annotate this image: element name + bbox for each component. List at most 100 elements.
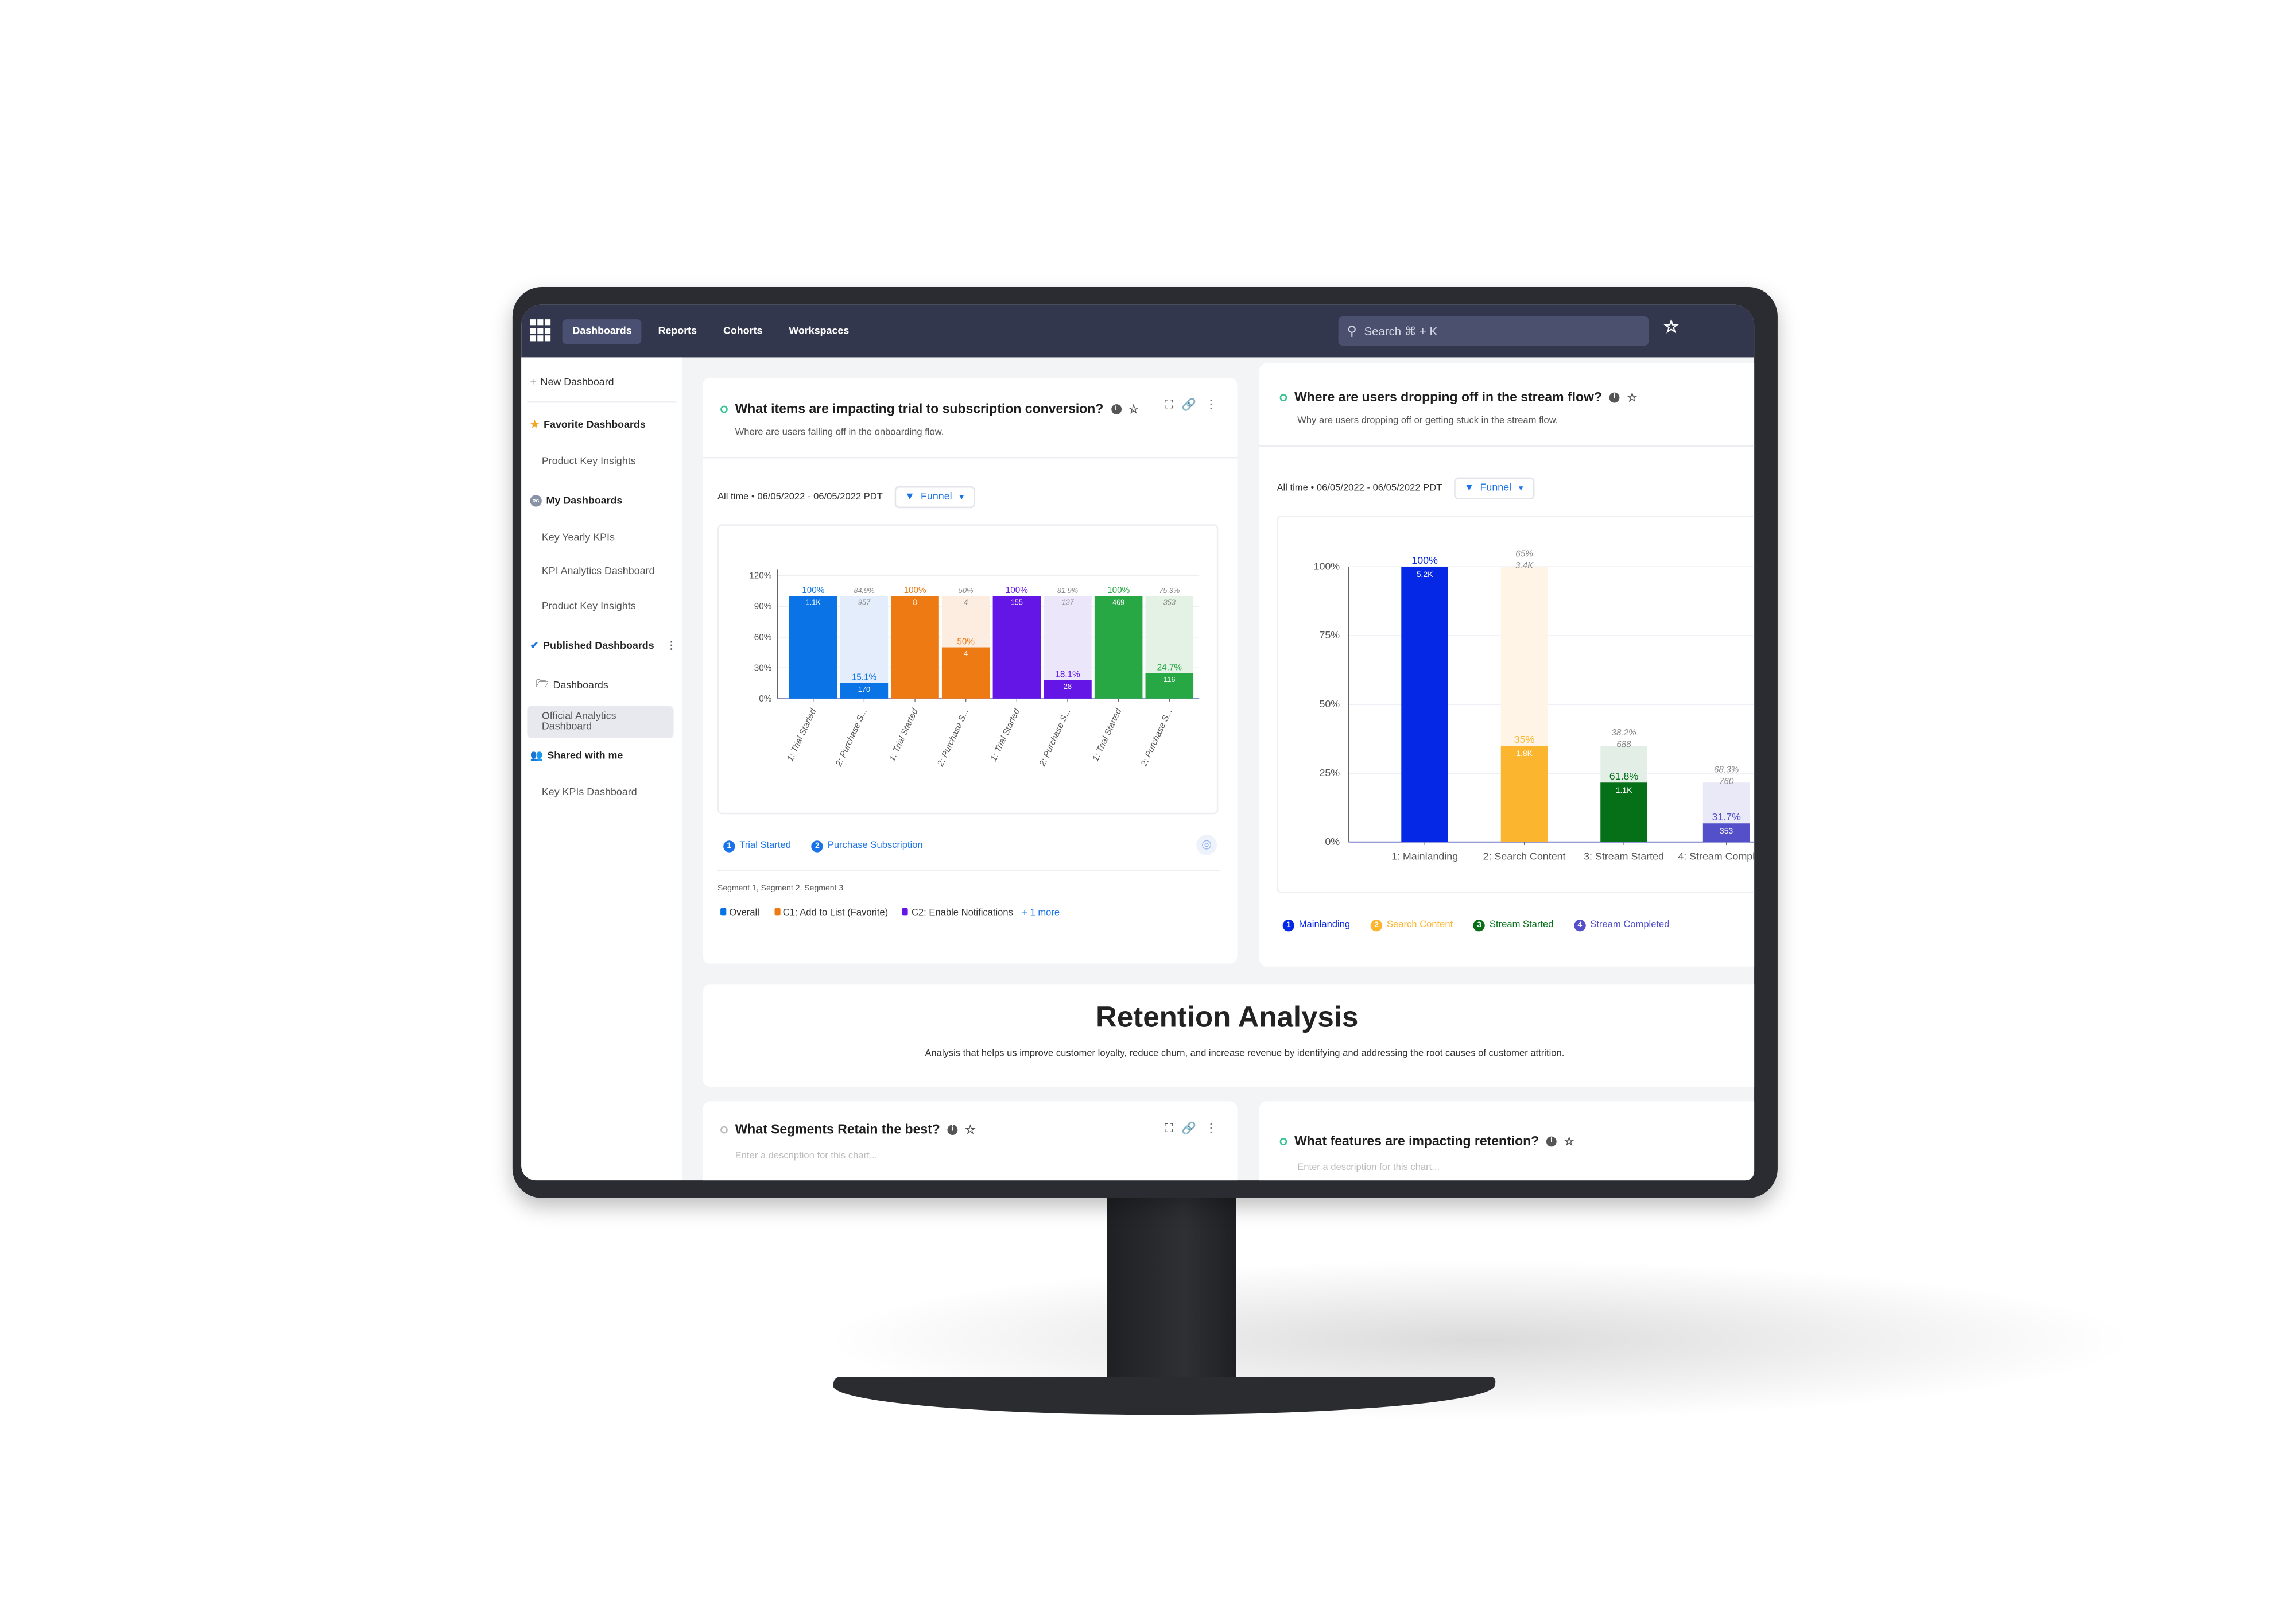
bar-count-label: 5.2K [1417, 569, 1433, 579]
more-vertical-icon[interactable]: ⋮ [1205, 1122, 1216, 1137]
step-number-icon: 1 [1282, 920, 1295, 932]
y-tick-label: 50% [1319, 698, 1340, 710]
step-legend-3[interactable]: 3 Stream Started [1473, 920, 1553, 932]
sidebar-folder-dashboards[interactable]: 🗁 Dashboards [536, 678, 608, 694]
favorites-star-icon[interactable]: ☆ [1663, 316, 1679, 337]
conversion-pct-label: 31.7% [1712, 811, 1741, 823]
sidebar-item-key-kpis[interactable]: Key KPIs Dashboard [542, 788, 637, 798]
dropoff-count-label: 957 [858, 598, 871, 607]
bar-count-label: 155 [1011, 598, 1023, 607]
step-legend-4[interactable]: 4 Stream Completed [1574, 920, 1670, 932]
segment-legend-c1[interactable]: C1: Add to List (Favorite) [774, 908, 888, 918]
chart-card-segments-retain: What Segments Retain the best? i ☆ ⛶ 🔗 ⋮… [703, 1101, 1238, 1181]
more-vertical-icon[interactable]: ⋮ [1205, 398, 1216, 413]
sidebar-item-official-analytics[interactable]: Official Analytics Dashboard [527, 706, 674, 738]
folder-icon: 🗁 [536, 679, 549, 690]
description-input[interactable]: Enter a description for this chart... [1297, 1163, 1440, 1173]
sidebar-favorite-header[interactable]: ★ Favorite Dashboards [530, 419, 645, 431]
bar-count-label: 1.1K [806, 598, 821, 607]
legend-swatch [774, 908, 780, 916]
dropoff-bar [1044, 596, 1092, 680]
bar-count-label: 469 [1112, 598, 1124, 607]
legend-swatch [902, 908, 909, 916]
conversion-pct-label: 35% [1514, 734, 1535, 745]
conversion-pct-label: 18.1% [1055, 669, 1080, 679]
card-title[interactable]: What Segments Retain the best? [735, 1122, 940, 1137]
sidebar-item-product-key-insights[interactable]: Product Key Insights [542, 457, 636, 467]
nav-cohorts[interactable]: Cohorts [713, 319, 773, 343]
card-title-row: What features are impacting retention? i… [1279, 1133, 1574, 1148]
step-legend-2[interactable]: 2 Purchase Subscription [811, 840, 923, 853]
star-icon[interactable]: ☆ [1128, 402, 1139, 415]
view-type-dropdown[interactable]: ▼ Funnel ▼ [894, 486, 976, 509]
card-title[interactable]: What features are impacting retention? [1294, 1133, 1539, 1148]
card-title[interactable]: What items are impacting trial to subscr… [735, 401, 1104, 416]
section-title: Retention Analysis [1096, 1001, 1359, 1034]
sidebar-item-product-key-insights-2[interactable]: Product Key Insights [542, 602, 636, 612]
star-icon: ★ [530, 420, 540, 431]
app-grid-logo-icon[interactable] [530, 319, 551, 343]
y-tick-label: 120% [749, 571, 772, 581]
sidebar-item-key-yearly-kpis[interactable]: Key Yearly KPIs [542, 533, 615, 544]
step-label: Mainlanding [1298, 920, 1351, 930]
card-description: Where are users falling off in the onboa… [735, 427, 944, 438]
x-tick-label: 4: Stream Completed [1678, 850, 1754, 862]
dropoff-count-label: 688 [1616, 740, 1631, 750]
funnel-chart-1: 0% 30% 60% 90% 120% 100% 1.1K 1: Trial Started 8… [749, 569, 1200, 768]
step-legend-1[interactable]: 1 Mainlanding [1282, 920, 1351, 932]
info-icon[interactable]: i [1546, 1136, 1557, 1146]
nav-workspaces[interactable]: Workspaces [779, 319, 860, 343]
sidebar-item-kpi-analytics[interactable]: KPI Analytics Dashboard [542, 567, 655, 577]
description-input[interactable]: Enter a description for this chart... [735, 1151, 878, 1161]
sidebar-published-header[interactable]: ✔ Published Dashboards ⋮ [530, 640, 676, 652]
info-icon[interactable]: i [947, 1123, 958, 1134]
settings-toggle-icon[interactable]: ◎ [1196, 835, 1217, 855]
card-title-row: Where are users dropping off in the stre… [1279, 390, 1638, 405]
star-icon[interactable]: ☆ [1564, 1134, 1574, 1148]
expand-icon[interactable]: ⛶ [1165, 398, 1173, 413]
nav-dashboards[interactable]: Dashboards [562, 318, 642, 344]
sidebar-my-header[interactable]: RG My Dashboards [530, 495, 622, 507]
monitor-screen: Dashboards Reports Cohorts Workspaces ⚲ … [521, 304, 1755, 1181]
bar-count-label: 116 [1163, 675, 1175, 684]
bar-count-label: 1.1K [1616, 785, 1632, 795]
star-icon[interactable]: ☆ [965, 1122, 975, 1136]
card-description: Why are users dropping off or getting st… [1297, 416, 1558, 427]
more-vertical-icon[interactable]: ⋮ [666, 640, 677, 652]
caret-down-icon: ▼ [957, 493, 965, 502]
bar-count-label: 28 [1064, 682, 1072, 691]
link-icon[interactable]: 🔗 [1182, 1122, 1196, 1137]
date-range[interactable]: All time • 06/05/2022 - 06/05/2022 PDT [718, 492, 883, 502]
top-navbar: Dashboards Reports Cohorts Workspaces ⚲ … [521, 304, 1755, 358]
conversion-pct-label: 100% [1411, 555, 1438, 566]
info-icon[interactable]: i [1609, 392, 1620, 402]
segments-label: Segment 1, Segment 2, Segment 3 [717, 884, 844, 894]
segment-legend-overall[interactable]: Overall [720, 908, 759, 918]
expand-icon[interactable]: ⛶ [1165, 1122, 1173, 1137]
more-segments-link[interactable]: + 1 more [1022, 908, 1060, 919]
step-legend-1[interactable]: 1 Trial Started [723, 840, 791, 853]
star-icon[interactable]: ☆ [1627, 390, 1637, 404]
sidebar-shared-header[interactable]: 👥 Shared with me [530, 750, 623, 761]
segment-legend-c2[interactable]: C2: Enable Notifications [902, 908, 1013, 918]
search-input[interactable]: ⚲ Search ⌘ + K [1338, 316, 1649, 346]
bar [789, 596, 837, 699]
dropoff-pct-label: 50% [959, 586, 974, 595]
link-icon[interactable]: 🔗 [1182, 398, 1196, 413]
card-title[interactable]: Where are users dropping off in the stre… [1294, 390, 1602, 405]
view-type-dropdown[interactable]: ▼ Funnel ▼ [1453, 477, 1535, 499]
y-tick-label: 30% [754, 663, 772, 673]
section-header-retention: Retention Analysis Analysis that helps u… [703, 984, 1755, 1087]
nav-reports[interactable]: Reports [648, 319, 707, 343]
plus-icon: + [530, 378, 536, 389]
date-range[interactable]: All time • 06/05/2022 - 06/05/2022 PDT [1277, 483, 1442, 494]
info-icon[interactable]: i [1111, 403, 1121, 414]
chart-card-trial-conversion: What items are impacting trial to subscr… [703, 378, 1238, 964]
new-dashboard-button[interactable]: + New Dashboard [530, 378, 614, 388]
step-legend-2[interactable]: 2 Search Content [1370, 920, 1453, 932]
avatar: RG [530, 495, 542, 507]
date-row: All time • 06/05/2022 - 06/05/2022 PDT ▼… [1277, 477, 1535, 499]
dropoff-count-label: 4 [964, 598, 968, 607]
bar [891, 596, 939, 699]
x-tick-label: 1: Trial Started [989, 707, 1022, 763]
